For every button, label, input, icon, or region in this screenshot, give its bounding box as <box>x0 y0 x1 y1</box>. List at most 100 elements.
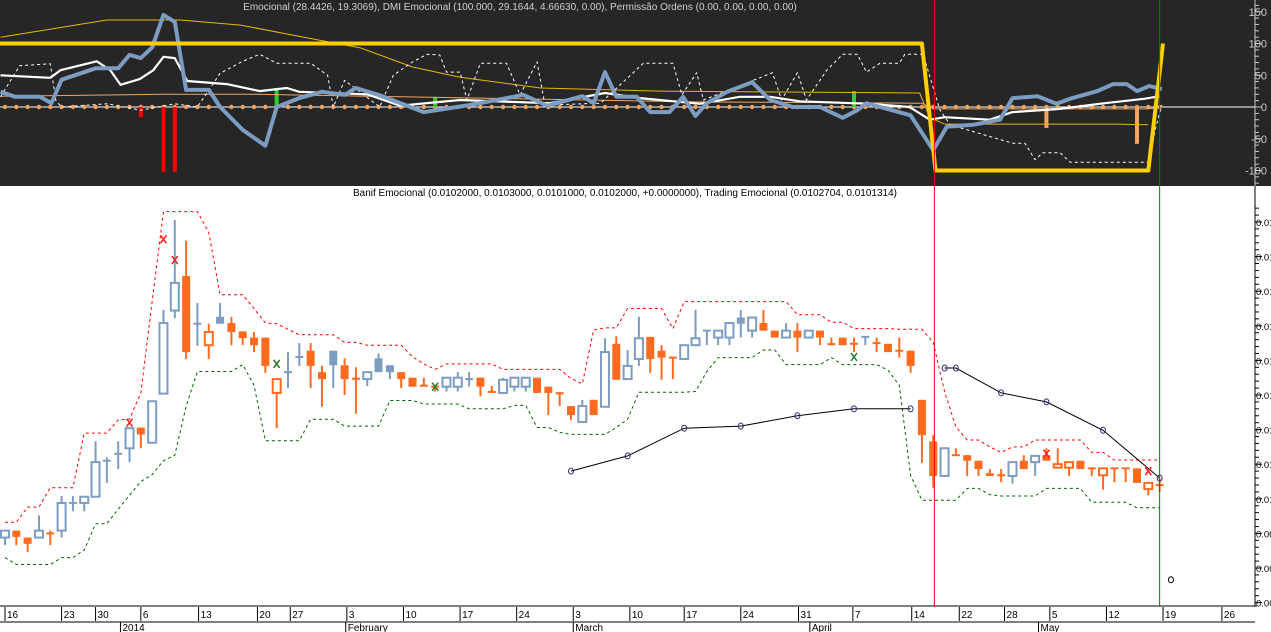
date-tick-label: 10 <box>405 610 417 621</box>
zero-dot-marker <box>602 104 608 110</box>
date-tick-label: 22 <box>961 610 973 621</box>
candle-body <box>271 378 282 394</box>
candle-body <box>567 406 575 416</box>
zero-dot-marker <box>919 104 925 110</box>
candle[interactable] <box>939 447 950 477</box>
candle-body <box>883 343 892 353</box>
price-y-tick-label: 0.0120 <box>1256 356 1271 367</box>
price-y-tick-label: 0.0115 <box>1256 391 1271 402</box>
zero-dot-marker <box>285 104 291 110</box>
signal-bar <box>138 107 143 118</box>
zero-dot-marker <box>342 104 347 110</box>
candle-body <box>476 377 485 387</box>
candle[interactable] <box>770 330 779 338</box>
candle-body <box>374 358 383 373</box>
date-tick-label: 7 <box>855 610 861 621</box>
candle[interactable] <box>533 377 542 393</box>
date-tick-label: 23 <box>64 610 76 621</box>
candle-body <box>56 501 67 532</box>
candle-body <box>317 372 326 380</box>
candle[interactable] <box>56 496 67 538</box>
candle-body <box>419 384 428 387</box>
date-tick-label: 19 <box>1165 610 1177 621</box>
date-tick-label: 13 <box>201 610 213 621</box>
candle-body <box>227 323 236 333</box>
zero-dot-marker <box>36 104 42 110</box>
indicator-y-tick-label: -100 <box>1245 166 1267 178</box>
candle-body <box>238 331 247 339</box>
candle-body <box>917 399 926 436</box>
candle[interactable] <box>838 337 847 346</box>
candle-body <box>736 317 745 324</box>
price-y-tick-label: 0.0140 <box>1256 218 1271 229</box>
indicator-y-tick-label: 50 <box>1255 70 1267 82</box>
date-tick-label: 10 <box>632 610 644 621</box>
candle[interactable] <box>589 399 598 416</box>
candle[interactable] <box>1076 460 1085 470</box>
candle-body <box>0 529 10 539</box>
candle-body <box>827 343 836 346</box>
trading-chart: 150 100 50 0 -50 -100 0.0140 0.0135 0.0130 0.0125… <box>0 0 1271 632</box>
price-y-tick-label: 0.0135 <box>1256 253 1271 264</box>
candle-body <box>633 337 644 361</box>
zero-dot-marker <box>512 104 517 110</box>
zero-dot-marker <box>840 104 845 110</box>
zero-dot-marker <box>489 104 494 110</box>
candle-body <box>713 329 724 339</box>
zero-dot-marker <box>715 104 721 110</box>
indicator-panel-title: Emocional (28.4426, 19.3069), DMI Emocio… <box>243 2 797 13</box>
candle-body <box>544 386 553 393</box>
candle-body <box>974 460 983 470</box>
date-tick-label: 27 <box>292 610 304 621</box>
zero-dot-marker <box>500 104 506 110</box>
candle[interactable] <box>1133 468 1141 483</box>
zero-dot-marker <box>534 104 540 110</box>
price-y-tick-label: 0.0100 <box>1256 495 1271 506</box>
indicator-y-tick-label: -50 <box>1251 134 1267 146</box>
candle-body <box>838 337 847 346</box>
candle-body <box>261 337 270 366</box>
date-tick-label: 6 <box>143 610 149 621</box>
month-tick-label: February <box>348 623 388 632</box>
candle[interactable] <box>158 309 169 395</box>
candle-body <box>124 427 135 450</box>
candle-body <box>351 377 360 380</box>
candle[interactable] <box>498 377 509 394</box>
indicator-y-tick-label: 0 <box>1261 102 1267 114</box>
candle[interactable] <box>147 400 158 444</box>
candle-body <box>1042 455 1051 461</box>
date-tick-label: 26 <box>1224 610 1236 621</box>
candle-body <box>612 343 621 380</box>
candle-body <box>340 365 349 380</box>
zero-dot-marker <box>365 104 370 110</box>
date-tick-label: 5 <box>1052 610 1058 621</box>
month-tick-label: May <box>1041 623 1060 632</box>
candle-body <box>929 441 938 476</box>
price-y-tick-label: 0.0095 <box>1256 529 1271 540</box>
candle-body <box>487 390 496 393</box>
signal-bar <box>172 107 177 172</box>
candle-body <box>939 447 950 477</box>
zero-dot-marker <box>761 104 766 110</box>
price-panel-background[interactable] <box>0 186 1255 606</box>
date-tick-label: 17 <box>686 610 698 621</box>
indicator-y-tick-label: 150 <box>1249 7 1267 19</box>
candle-body <box>1030 454 1041 464</box>
candle-body <box>679 344 690 361</box>
zero-dot-marker <box>93 104 98 110</box>
candle-body <box>169 281 180 312</box>
candle-body <box>1098 467 1109 477</box>
candle[interactable] <box>408 377 417 387</box>
candle-body <box>747 316 758 332</box>
date-tick-label: 3 <box>575 610 581 621</box>
zero-dot-marker <box>749 104 755 110</box>
candle[interactable] <box>803 329 814 339</box>
candle[interactable] <box>679 344 690 361</box>
candle-body <box>408 377 417 387</box>
candle-body <box>385 365 394 373</box>
candle[interactable] <box>883 343 892 353</box>
zero-dot-marker <box>25 104 30 110</box>
zero-dot-marker <box>829 104 834 110</box>
candle-body <box>963 455 972 461</box>
date-tick-label: 24 <box>519 610 531 621</box>
